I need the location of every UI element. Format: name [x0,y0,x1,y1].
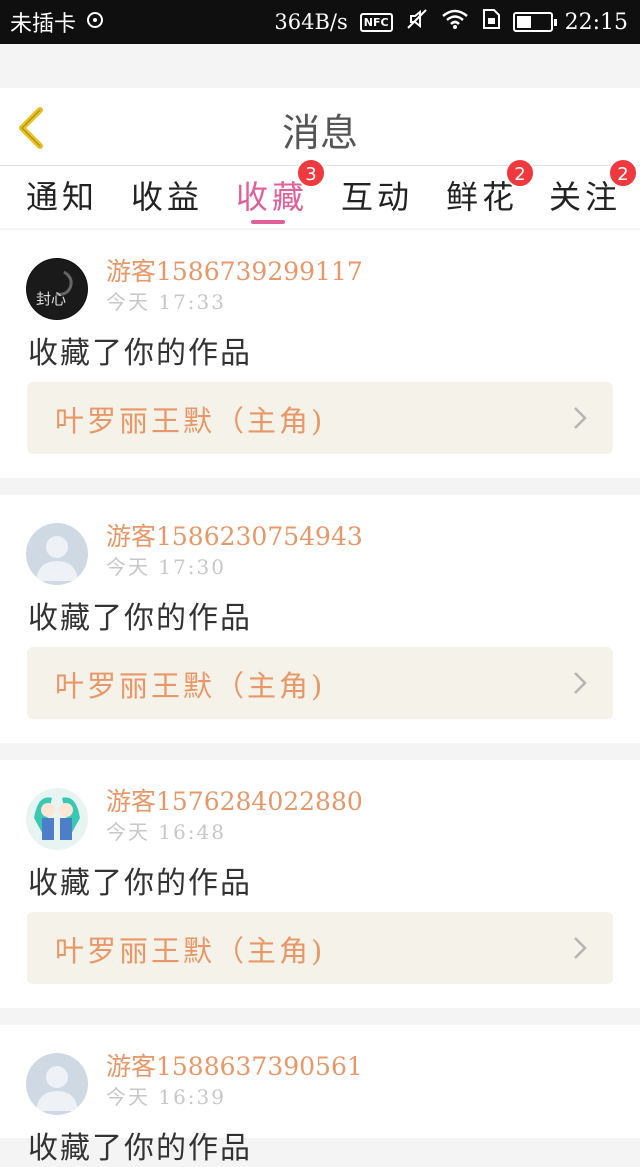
avatar[interactable] [26,523,88,585]
status-bar: 未插卡 364B/s NFC 22:15 [0,0,640,44]
page-title: 消息 [281,111,358,155]
message-time: 今天 16:48 [106,820,226,844]
message-card: 游客1588637390561 今天 16:39 收藏了你的作品 [0,1025,640,1166]
avatar[interactable] [26,788,88,850]
message-action: 收藏了你的作品 [28,601,252,636]
chevron-right-icon [574,672,587,694]
message-time: 今天 17:30 [106,555,226,579]
message-card: 封心 游客1586739299117 今天 17:33 收藏了你的作品 叶罗丽王… [0,230,640,478]
work-title: 叶罗丽王默（主角) [55,669,326,703]
mute-icon [405,7,429,37]
user-name[interactable]: 游客1576284022880 [106,782,363,818]
tab-follows-badge: 2 [608,158,638,188]
tab-notifications[interactable]: 通知 [26,172,98,218]
work-title: 叶罗丽王默（主角) [55,404,326,438]
message-card: 游客1586230754943 今天 17:30 收藏了你的作品 叶罗丽王默（主… [0,495,640,743]
chevron-right-icon [574,937,587,959]
clock: 22:15 [564,9,628,35]
tab-interactions[interactable]: 互动 [341,172,413,218]
message-action: 收藏了你的作品 [28,866,252,901]
header-bar: 消息 [0,88,640,166]
message-action: 收藏了你的作品 [28,1131,252,1166]
carrier-label: 未插卡 [10,12,77,37]
wifi-icon [441,8,469,36]
network-speed: 364B/s [274,10,348,34]
message-time: 今天 16:39 [106,1085,226,1109]
work-link[interactable]: 叶罗丽王默（主角) [27,647,613,719]
user-name[interactable]: 游客1586739299117 [106,252,363,288]
avatar[interactable]: 封心 [26,258,88,320]
disc-icon [86,10,104,35]
work-link[interactable]: 叶罗丽王默（主角) [27,912,613,984]
message-time: 今天 17:33 [106,290,226,314]
message-action: 收藏了你的作品 [28,336,252,371]
tab-favorites-badge: 3 [296,158,326,188]
user-name[interactable]: 游客1586230754943 [106,517,363,553]
avatar-text: 封心 [36,290,66,308]
avatar[interactable] [26,1053,88,1115]
work-link[interactable]: 叶罗丽王默（主角) [27,382,613,454]
tab-active-indicator [251,220,285,224]
tab-earnings[interactable]: 收益 [131,172,203,218]
battery-icon [512,12,557,32]
user-name[interactable]: 游客1588637390561 [106,1047,363,1083]
sim-icon [481,8,501,36]
tab-flowers-badge: 2 [505,158,535,188]
message-card: 游客1576284022880 今天 16:48 收藏了你的作品 叶罗丽王默（主… [0,760,640,1008]
nfc-icon: NFC [359,12,393,32]
chevron-right-icon [574,407,587,429]
tab-bar: 通知 收益 收藏 3 互动 鲜花 2 关注 2 [0,158,640,228]
work-title: 叶罗丽王默（主角) [55,934,326,968]
